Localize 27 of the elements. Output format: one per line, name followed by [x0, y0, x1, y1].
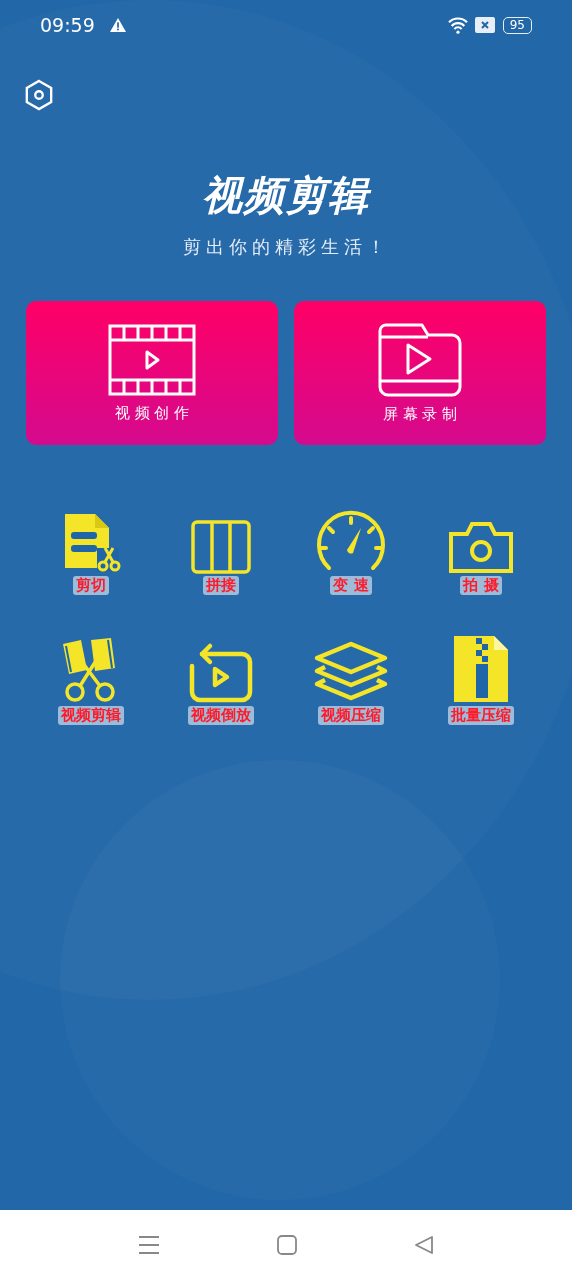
tool-button[interactable]: 视频压缩: [286, 625, 416, 725]
tool-button[interactable]: 剪切: [26, 495, 156, 595]
wifi-icon: [446, 16, 469, 34]
zip-file-icon: [452, 634, 510, 704]
menu-icon[interactable]: [138, 1235, 161, 1255]
battery-level: 95: [502, 16, 532, 34]
columns-icon: [191, 520, 251, 574]
tool-button[interactable]: 视频剪辑: [26, 625, 156, 725]
back-icon[interactable]: [413, 1235, 434, 1255]
sim-icon: [474, 17, 495, 33]
tool-button[interactable]: 拼接: [156, 495, 286, 595]
tool-button[interactable]: 拍 摄: [416, 495, 546, 595]
tool-button[interactable]: 批量压缩: [416, 625, 546, 725]
tool-button[interactable]: 视频倒放: [156, 625, 286, 725]
home-icon[interactable]: [277, 1235, 297, 1255]
app-title: 视频剪辑: [202, 171, 370, 220]
app-subtitle: 剪出你的精彩生活！: [182, 235, 390, 259]
tool-button[interactable]: 变 速: [286, 495, 416, 595]
screen-record-card[interactable]: 屏 幕 录 制: [294, 301, 546, 445]
film-icon: [108, 323, 196, 396]
replay-icon: [188, 642, 254, 704]
video-create-card[interactable]: 视 频 创 作: [26, 301, 278, 445]
folder-play-icon: [378, 322, 462, 397]
camera-icon: [448, 520, 514, 574]
clock: 09:59: [40, 14, 95, 36]
warning-icon: [108, 17, 127, 33]
settings-icon[interactable]: [24, 78, 54, 112]
